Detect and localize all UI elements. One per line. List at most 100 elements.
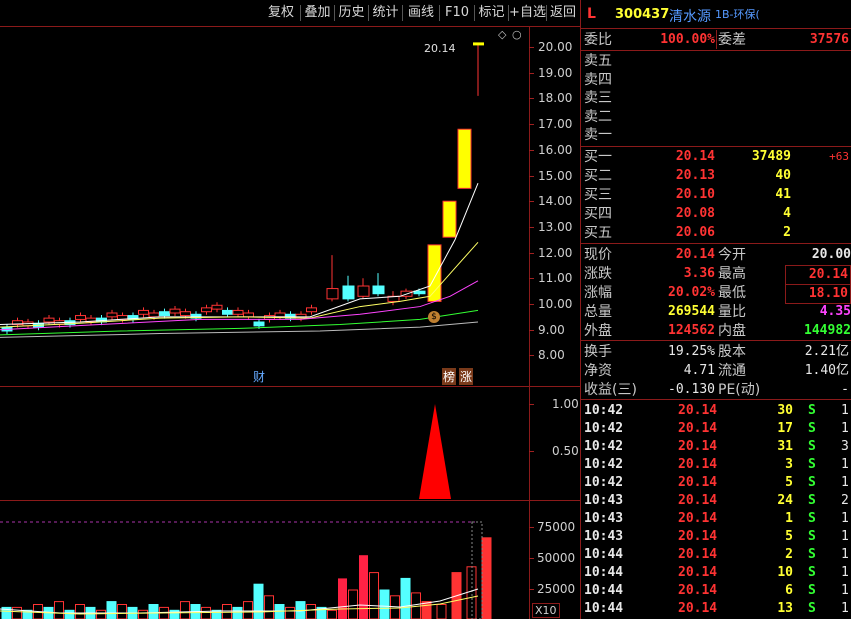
tick-side: S — [808, 475, 816, 490]
tick-price: 20.14 — [678, 403, 718, 418]
stat-label: 内盘 — [718, 323, 746, 339]
buy-level-price: 20.13 — [675, 168, 715, 183]
mark-button[interactable]: 标记 — [475, 3, 508, 23]
fuquan-button[interactable]: 复权 — [262, 3, 300, 23]
axis-tick — [529, 304, 534, 305]
price-axis-label: 10.00 — [538, 297, 573, 311]
buy-level-row[interactable]: 买四 20.08 4 — [581, 205, 851, 223]
stat-value: 20.14 — [785, 265, 851, 285]
tick-volume: 3 — [785, 457, 793, 472]
tick-volume: 10 — [777, 565, 793, 580]
history-button[interactable]: 历史 — [335, 3, 368, 23]
buy-level-row[interactable]: 买五 20.06 2 — [581, 224, 851, 242]
candlestick-chart[interactable] — [0, 26, 529, 386]
limit-up-marker[interactable]: 涨 — [459, 368, 474, 385]
add-favorite-button[interactable]: +自选 — [509, 3, 546, 23]
stat-value: 269544 — [668, 304, 715, 319]
finance-marker[interactable]: 财 — [253, 368, 265, 385]
tick-row[interactable]: 10:44 20.14 2 S 1 — [581, 546, 851, 564]
buy-level-row[interactable]: 买二 20.13 40 — [581, 167, 851, 185]
axis-tick — [529, 278, 534, 280]
price-axis-label: 16.00 — [538, 142, 573, 157]
fundamental-row: 净资 4.71 流通 1.40亿 — [581, 362, 851, 380]
buy-level-row[interactable]: 买三 20.10 41 — [581, 186, 851, 204]
sell-level-row[interactable]: 卖五 — [581, 52, 851, 70]
tick-volume: 2 — [785, 547, 793, 562]
tick-side: S — [808, 565, 816, 580]
axis-tick — [529, 329, 534, 331]
tick-row[interactable]: 10:44 20.14 10 S 1 — [581, 564, 851, 582]
tick-count: 1 — [841, 511, 849, 526]
tick-row[interactable]: 10:42 20.14 5 S 1 — [581, 474, 851, 492]
circle-icon[interactable]: ○ — [512, 28, 522, 41]
tick-count: 1 — [841, 529, 849, 544]
fundamental-label: 股本 — [718, 344, 746, 360]
tick-row[interactable]: 10:44 20.14 13 S 1 — [581, 600, 851, 618]
price-axis-label: 17.00 — [538, 117, 573, 132]
overlay-button[interactable]: 叠加 — [301, 3, 334, 23]
tick-row[interactable]: 10:43 20.14 5 S 1 — [581, 528, 851, 546]
stock-flag: L — [587, 6, 596, 22]
money-bag-icon[interactable]: $ — [428, 311, 440, 323]
tick-time: 10:44 — [584, 565, 624, 580]
stat-value: 144982 — [804, 323, 851, 338]
ranking-marker[interactable]: 榜 — [442, 368, 457, 385]
tick-count: 1 — [841, 583, 849, 598]
statistics-button[interactable]: 统计 — [369, 3, 402, 23]
axis-tick — [529, 72, 534, 74]
tick-price: 20.14 — [678, 475, 718, 490]
stat-value: 18.10 — [785, 284, 851, 304]
tick-count: 1 — [841, 403, 849, 418]
quote-stat-row: 涨幅 20.02% 最低 18.10 — [581, 284, 851, 304]
tick-time: 10:44 — [584, 547, 624, 562]
price-axis-label: 11.00 — [538, 271, 573, 286]
price-axis-label: 18.00 — [538, 91, 573, 106]
buy-level-volume: 41 — [775, 187, 791, 202]
f10-button[interactable]: F10 — [440, 3, 474, 23]
sell-level-row[interactable]: 卖二 — [581, 108, 851, 126]
indicator-chart[interactable] — [0, 387, 529, 500]
axis-tick — [529, 451, 534, 452]
tick-time: 10:43 — [584, 511, 624, 526]
tick-row[interactable]: 10:43 20.14 24 S 2 — [581, 492, 851, 510]
buy-level-row[interactable]: 买一 20.14 37489 +63 — [581, 148, 851, 166]
tick-side: S — [808, 457, 816, 472]
draw-line-button[interactable]: 画线 — [403, 3, 439, 23]
price-axis-label: 19.00 — [538, 65, 573, 80]
back-button[interactable]: 返回 — [547, 3, 579, 23]
tick-row[interactable]: 10:42 20.14 3 S 1 — [581, 456, 851, 474]
diamond-icon[interactable]: ◇ — [498, 28, 506, 41]
sell-level-row[interactable]: 卖四 — [581, 71, 851, 89]
volume-chart[interactable] — [0, 501, 529, 619]
tick-volume: 5 — [785, 529, 793, 544]
divider — [716, 30, 717, 49]
tick-count: 1 — [841, 421, 849, 436]
tick-count: 1 — [841, 457, 849, 472]
sell-level-row[interactable]: 卖一 — [581, 126, 851, 144]
price-axis-label: 8.00 — [538, 348, 565, 363]
stat-value: 20.02% — [668, 285, 715, 300]
stat-label: 总量 — [584, 304, 612, 320]
indicator-axis-label: 0.50 — [552, 444, 579, 458]
tick-row[interactable]: 10:43 20.14 1 S 1 — [581, 510, 851, 528]
axis-tick — [529, 589, 534, 590]
tick-price: 20.14 — [678, 511, 718, 526]
fundamental-label: 换手 — [584, 344, 612, 360]
buy-level-price: 20.08 — [675, 206, 715, 221]
tick-row[interactable]: 10:42 20.14 17 S 1 — [581, 420, 851, 438]
stat-value: 4.35 — [819, 304, 851, 319]
tick-volume: 24 — [777, 493, 793, 508]
axis-tick — [529, 558, 534, 559]
stat-label: 涨跌 — [584, 266, 612, 282]
stock-sector-tag[interactable]: 1B-环保( — [715, 6, 760, 22]
tick-row[interactable]: 10:42 20.14 30 S 1 — [581, 402, 851, 420]
divider — [581, 340, 851, 341]
sell-level-label: 卖二 — [584, 108, 612, 125]
tick-row[interactable]: 10:44 20.14 6 S 1 — [581, 582, 851, 600]
axis-tick — [529, 47, 534, 48]
divider — [581, 243, 851, 244]
tick-price: 20.14 — [678, 547, 718, 562]
divider — [581, 146, 851, 147]
sell-level-row[interactable]: 卖三 — [581, 89, 851, 107]
tick-row[interactable]: 10:42 20.14 31 S 3 — [581, 438, 851, 456]
